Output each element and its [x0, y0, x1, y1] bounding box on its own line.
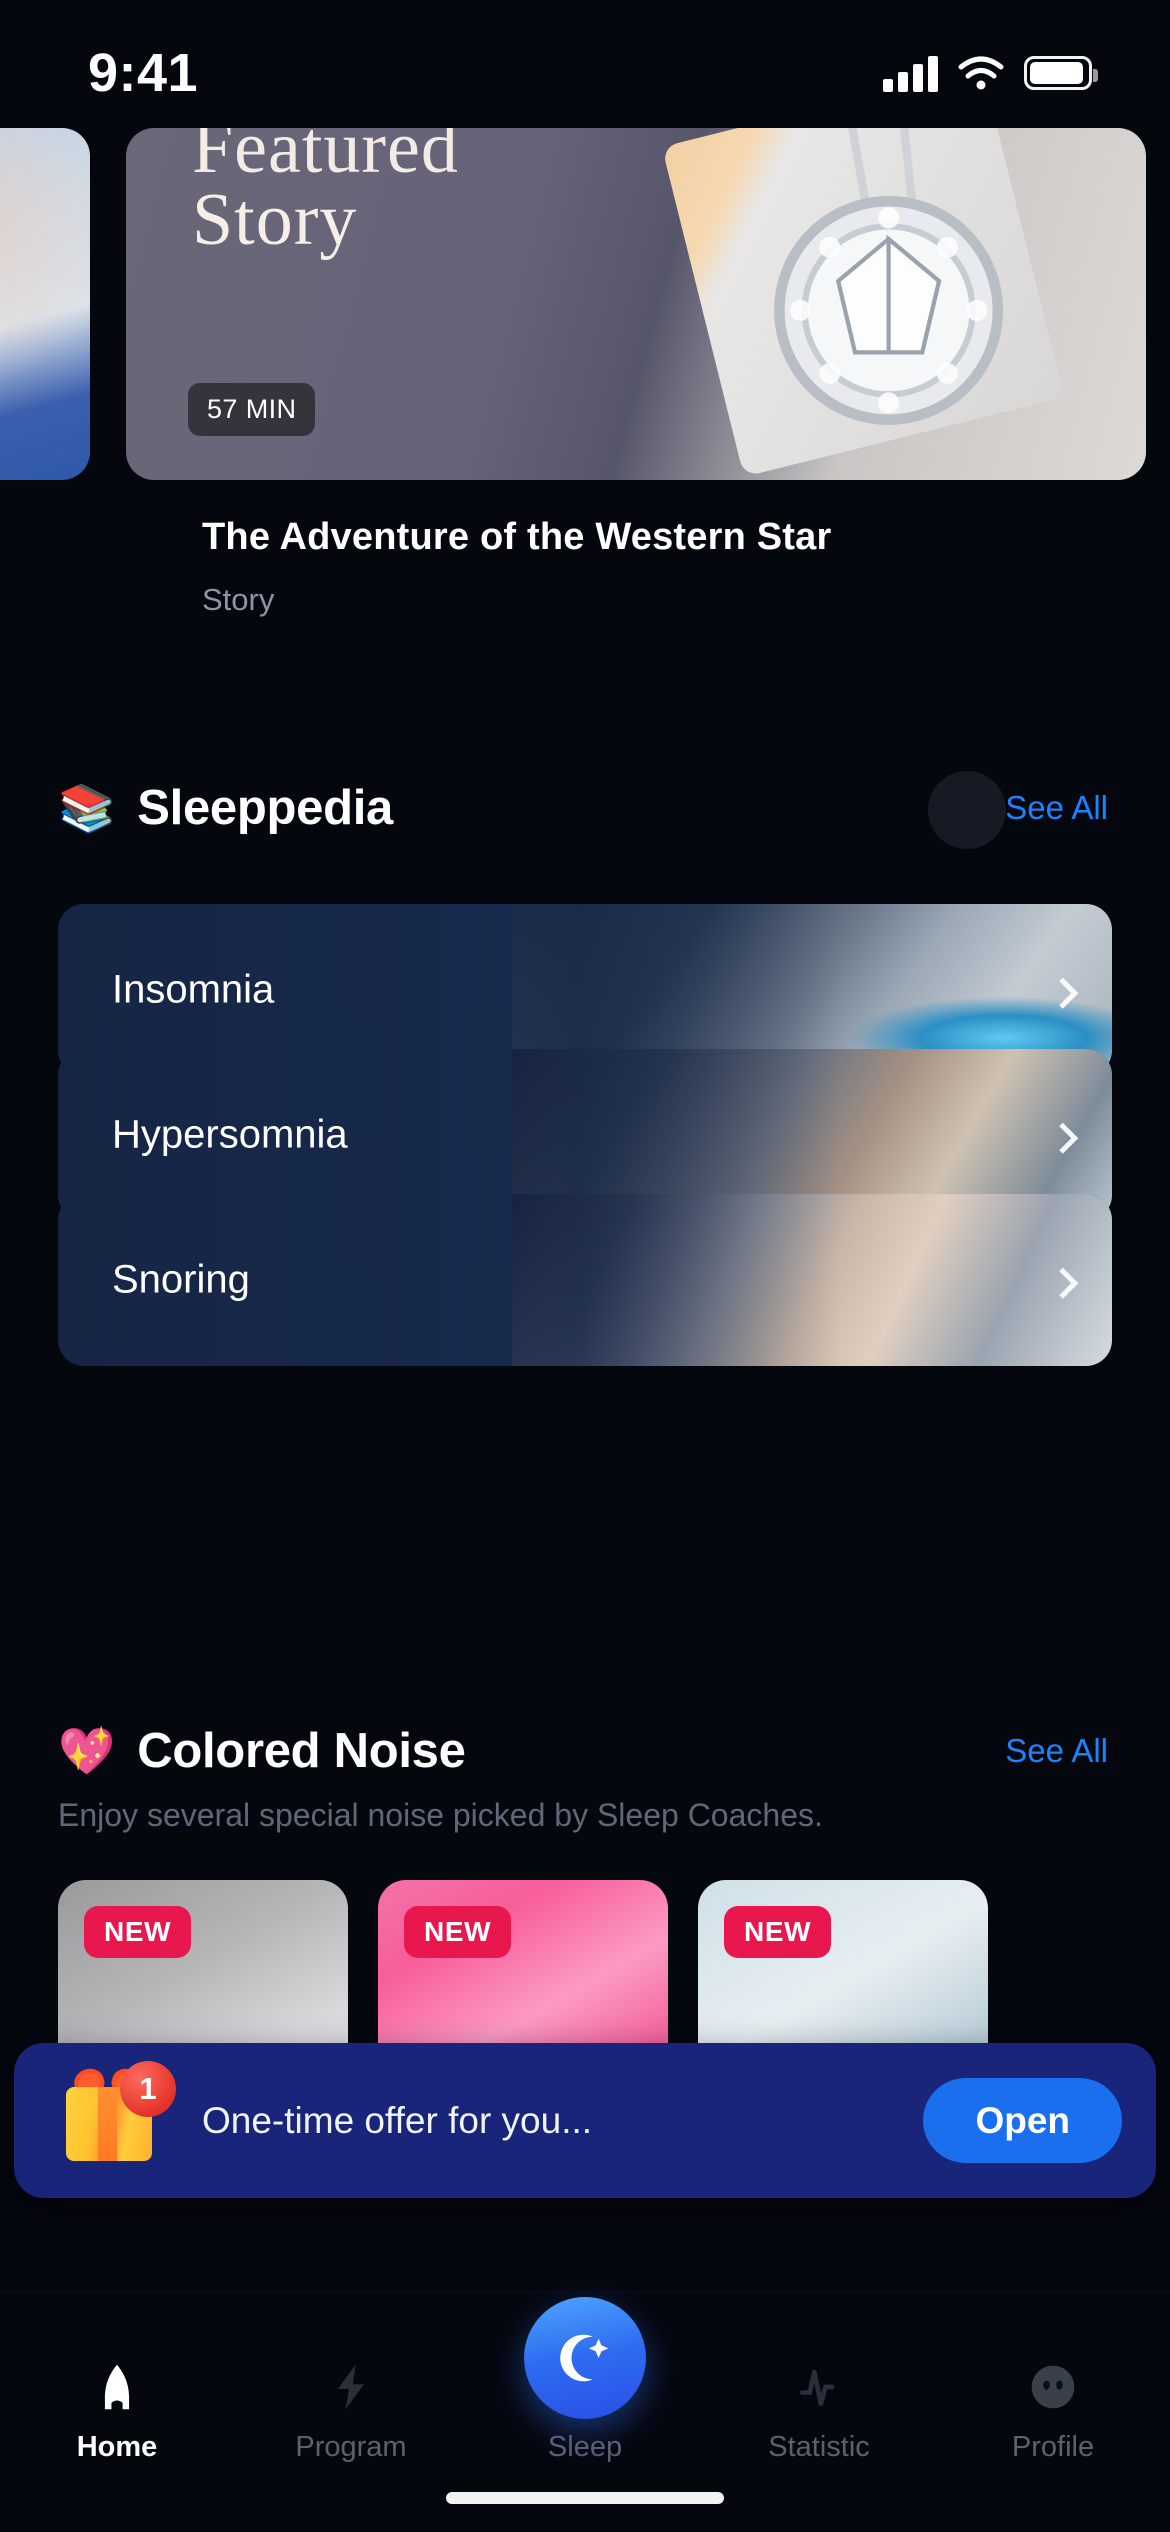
books-icon: 📚 — [58, 782, 116, 834]
tab-bar: Home Program Sleep Statistic Profile — [0, 2292, 1170, 2532]
tab-label: Sleep — [547, 2431, 623, 2463]
colored-noise-header: 💖 Colored Noise See All — [58, 1723, 1112, 1779]
face-icon — [1025, 2359, 1081, 2415]
battery-icon — [1024, 56, 1098, 90]
snoring-photo-fade — [492, 1194, 1112, 1366]
sleeppedia-see-all-wrap[interactable]: See All — [928, 771, 1112, 849]
featured-carousel[interactable]: Featured Story 57 MIN — [0, 128, 1170, 500]
diamond-pendant-artwork — [774, 128, 1004, 425]
tab-label: Statistic — [768, 2431, 870, 2463]
tab-home[interactable]: Home — [0, 2359, 234, 2464]
colored-noise-description: Enjoy several special noise picked by Sl… — [58, 1797, 823, 1833]
see-all-halo — [928, 771, 1006, 849]
tab-profile[interactable]: Profile — [936, 2359, 1170, 2464]
tab-label: Profile — [1011, 2431, 1095, 2463]
gift-icon: 1 — [58, 2060, 176, 2177]
sleeppedia-see-all-link[interactable]: See All — [1001, 783, 1112, 832]
offer-text: One-time offer for you... — [202, 2099, 593, 2141]
offer-count-badge: 1 — [120, 2060, 176, 2117]
sparkling-heart-icon: 💖 — [58, 1725, 116, 1777]
featured-duration-badge: 57 MIN — [188, 383, 316, 436]
cellular-signal-icon — [883, 54, 938, 92]
sleeppedia-item-snoring[interactable]: Snoring — [58, 1194, 1112, 1366]
colored-noise-see-all-link[interactable]: See All — [1001, 1726, 1112, 1775]
tab-list: Home Program Sleep Statistic Profile — [0, 2297, 1170, 2464]
open-offer-button[interactable]: Open — [923, 2078, 1122, 2163]
sleeppedia-title: Sleeppedia — [137, 781, 393, 835]
sleeppedia-heading-group: 📚 Sleeppedia — [58, 780, 393, 836]
home-icon — [89, 2359, 145, 2415]
sleeppedia-item-label: Insomnia — [112, 967, 275, 1012]
sleeppedia-item-label: Hypersomnia — [112, 1112, 348, 1157]
wifi-icon — [958, 55, 1004, 91]
status-indicators — [883, 54, 1098, 92]
pulse-icon — [791, 2359, 847, 2415]
moon-icon — [560, 2334, 609, 2382]
sleep-fab-button[interactable] — [524, 2297, 646, 2419]
new-badge: NEW — [404, 1906, 512, 1958]
featured-card-previous[interactable] — [0, 128, 90, 480]
sleeppedia-item-label: Snoring — [112, 1257, 250, 1302]
status-time: 9:41 — [88, 43, 199, 103]
bolt-icon — [323, 2359, 379, 2415]
featured-subtitle: Story — [202, 582, 275, 617]
featured-title: The Adventure of the Western Star — [202, 516, 832, 558]
gift-ribbon — [98, 2086, 117, 2161]
colored-noise-title: Colored Noise — [137, 1724, 466, 1778]
featured-card[interactable]: Featured Story 57 MIN — [126, 128, 1146, 480]
sleeppedia-header: 📚 Sleeppedia See All — [58, 771, 1112, 849]
status-bar: 9:41 — [0, 0, 1170, 128]
tab-program[interactable]: Program — [234, 2359, 468, 2464]
tab-statistic[interactable]: Statistic — [702, 2359, 936, 2464]
app-root: Featured Story 57 MIN The Adventure of t… — [0, 0, 1170, 2532]
tab-label: Program — [295, 2431, 407, 2463]
new-badge: NEW — [84, 1906, 192, 1958]
colored-noise-heading-group: 💖 Colored Noise — [58, 1723, 466, 1779]
new-badge: NEW — [724, 1906, 832, 1958]
offer-banner[interactable]: 1 One-time offer for you... Open — [14, 2043, 1156, 2198]
featured-word: Story — [192, 179, 358, 261]
colored-noise-see-all-wrap[interactable]: See All — [1001, 1732, 1112, 1770]
tab-label: Home — [76, 2431, 158, 2463]
home-indicator[interactable] — [446, 2492, 724, 2504]
tab-sleep[interactable]: Sleep — [468, 2297, 702, 2464]
